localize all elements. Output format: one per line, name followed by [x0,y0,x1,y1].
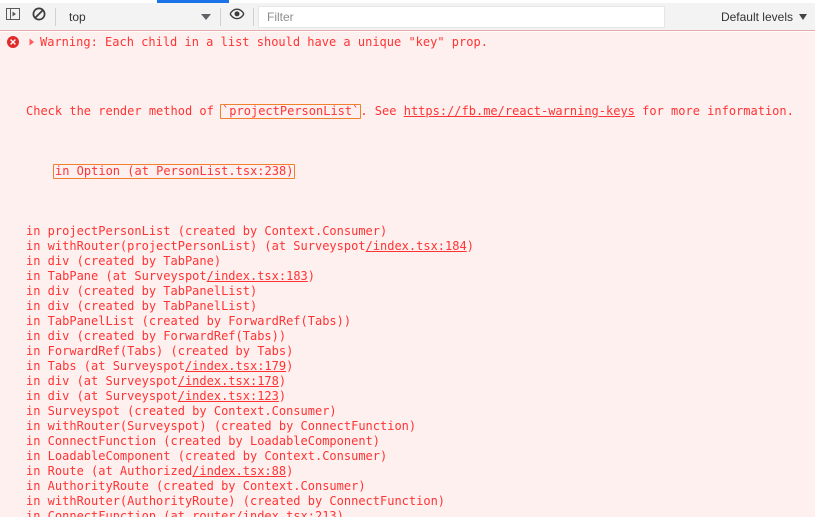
source-location-link[interactable]: /index.tsx:123 [178,389,279,403]
stack-frame: in div (created by TabPanelList) [26,299,815,314]
stack-frame-text: in Route (at Authorized [26,464,193,478]
console-warning-headline: Warning: Each child in a list should hav… [40,35,488,49]
check-render-middle: . See [360,104,404,118]
stack-frame: in TabPane (at Surveyspot/index.tsx:183) [26,269,815,284]
stack-frame-text: in div (created by TabPane) [26,254,222,268]
check-render-prefix: Check the render method of [26,104,222,118]
disclosure-triangle-right-icon[interactable] [28,36,38,51]
stack-frame: in div (at Surveyspot/index.tsx:178) [26,374,815,389]
stack-frame-text: in div (created by TabPanelList) [26,299,258,313]
stack-frame-text: in ForwardRef(Tabs) (created by Tabs) [26,344,294,358]
toolbar-divider [220,7,221,26]
stack-frame: in withRouter(AuthorityRoute) (created b… [26,494,815,509]
clear-console-button[interactable] [26,4,52,30]
stack-frame: in AuthorityRoute (created by Context.Co… [26,479,815,494]
log-levels-label: Default levels [720,9,793,24]
stack-frame: in div (created by ForwardRef(Tabs)) [26,329,815,344]
live-expression-button[interactable] [224,4,250,30]
stack-frame: in LoadableComponent (created by Context… [26,449,815,464]
stack-frame: in TabPanelList (created by ForwardRef(T… [26,314,815,329]
clear-console-icon [32,7,46,26]
toolbar-divider [55,7,56,26]
stack-frame-highlighted: in Option (at PersonList.tsx:238) [26,164,815,179]
error-circle-x-icon [7,36,19,48]
stack-frame-text: in div (created by TabPanelList) [26,284,258,298]
stack-frame-text: in ConnectFunction (created by LoadableC… [26,434,381,448]
stack-frame: in ConnectFunction (at router/index.tsx:… [26,509,815,517]
source-location-link[interactable]: /index.tsx:179 [185,359,286,373]
stack-frame: in ConnectFunction (created by LoadableC… [26,434,815,449]
stack-frame-tail: ) [286,359,294,373]
console-toolbar: top Default levels [0,3,815,31]
stack-frame-text: in div (at Surveyspot [26,374,178,388]
console-message-list: Warning: Each child in a list should hav… [0,32,815,517]
highlighted-stack-frame: in Option (at PersonList.tsx:238) [53,164,296,179]
chevron-down-icon [799,13,807,20]
chevron-down-icon [201,13,211,20]
eye-icon [229,7,245,26]
stack-frame-text: in projectPersonList (created by Context… [26,224,388,238]
stack-frame-text: in LoadableComponent (created by Context… [26,449,388,463]
stack-frame-text: in Surveyspot (created by Context.Consum… [26,404,337,418]
stack-frame-tail: ) [278,389,287,403]
stack-frame: in Tabs (at Surveyspot/index.tsx:179) [26,359,815,374]
stack-frame-text: in withRouter(Surveyspot) (created by Co… [26,419,417,433]
stack-frame-text: in AuthorityRoute (created by Context.Co… [26,479,366,493]
check-render-suffix: for more information. [634,104,794,118]
react-warning-keys-link[interactable]: https://fb.me/react-warning-keys [404,104,635,118]
stack-frame: in Route (at Authorized/index.tsx:88) [26,464,815,479]
console-message-warning[interactable]: Warning: Each child in a list should hav… [0,32,815,53]
stack-frame: in div (created by TabPane) [26,254,815,269]
stack-frame: in Surveyspot (created by Context.Consum… [26,404,815,419]
stack-frame: in ForwardRef(Tabs) (created by Tabs) [26,344,815,359]
source-location-link[interactable]: /index.tsx:88 [192,464,286,478]
stack-frame: in withRouter(projectPersonList) (at Sur… [26,239,815,254]
filter-field[interactable] [258,5,665,28]
stack-frame-text: in TabPanelList (created by ForwardRef(T… [26,314,352,328]
toolbar-divider [253,7,254,26]
source-location-link[interactable]: /index.tsx:184 [366,239,467,253]
stack-frame-text: in withRouter(projectPersonList) (at Sur… [26,239,366,253]
devtools-console-panel: top Default levels [0,0,815,517]
highlighted-component-name: `projectPersonList` [220,104,362,119]
stack-frame-text: in div (created by ForwardRef(Tabs)) [26,329,287,343]
execution-context-selector[interactable]: top [59,3,217,30]
log-levels-selector[interactable]: Default levels [710,3,815,30]
stack-frame: in withRouter(Surveyspot) (created by Co… [26,419,815,434]
console-sidebar-icon [6,7,20,26]
filter-input[interactable] [267,9,656,24]
source-location-link[interactable]: /index.tsx:213 [236,509,337,517]
console-sidebar-toggle-button[interactable] [0,4,26,30]
stack-frame-tail: ) [466,239,474,253]
stack-frame-tail: ) [278,374,287,388]
stack-frame-tail: ) [336,509,344,517]
stack-frame: in div (created by TabPanelList) [26,284,815,299]
stack-frame-text: in div (at Surveyspot [26,389,178,403]
stack-frame-text: in withRouter(AuthorityRoute) (created b… [26,494,446,508]
stack-frame: in div (at Surveyspot/index.tsx:123) [26,389,815,404]
stack-frame-tail: ) [307,269,316,283]
stack-frame-list: in projectPersonList (created by Context… [26,224,815,517]
console-stack-trace: Check the render method of `projectPerso… [0,53,815,517]
execution-context-value: top [69,9,86,24]
check-render-line: Check the render method of `projectPerso… [26,104,815,119]
stack-frame-text: in ConnectFunction (at router [26,509,236,517]
stack-frame-text: in Tabs (at Surveyspot [26,359,185,373]
stack-frame: in projectPersonList (created by Context… [26,224,815,239]
stack-frame-text: in TabPane (at Surveyspot [26,269,207,283]
source-location-link[interactable]: /index.tsx:178 [178,374,279,388]
stack-frame-tail: ) [286,464,294,478]
source-location-link[interactable]: /index.tsx:183 [207,269,308,283]
